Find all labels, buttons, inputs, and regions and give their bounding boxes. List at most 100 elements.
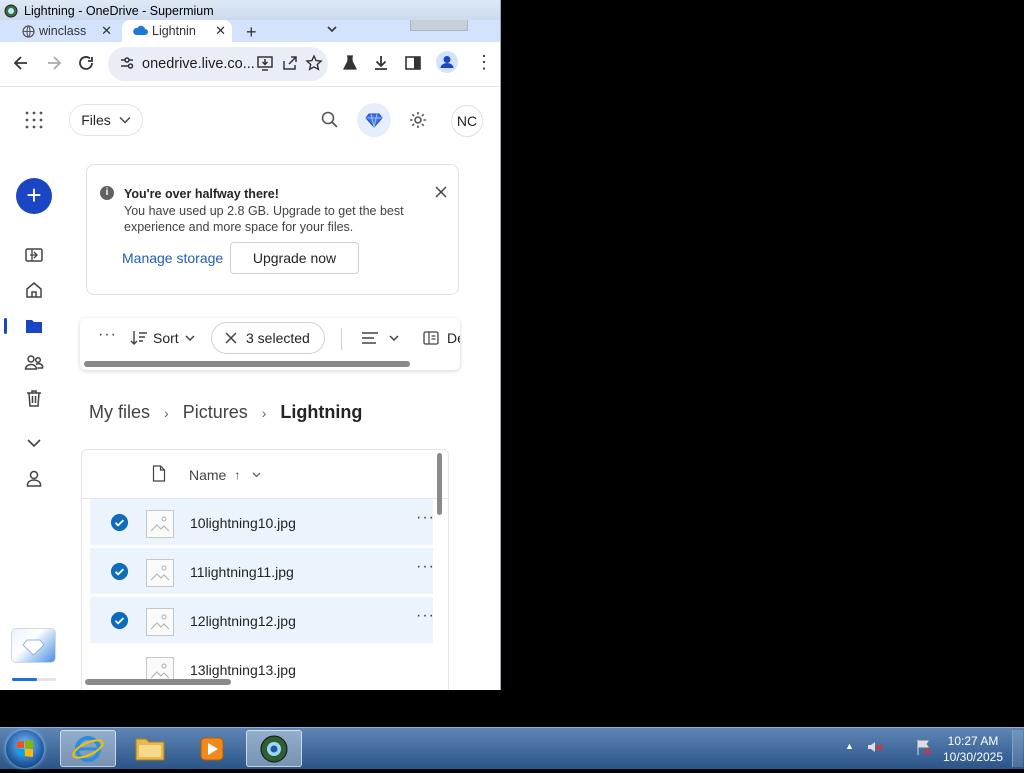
table-row[interactable]: 12lightning12.jpg ··· <box>90 597 435 643</box>
sort-button[interactable]: Sort <box>130 330 195 346</box>
premium-upgrade-tile[interactable] <box>12 629 55 662</box>
person-icon[interactable] <box>24 468 44 488</box>
search-icon[interactable] <box>320 110 340 130</box>
back-icon[interactable] <box>12 54 30 72</box>
toggle-nav-icon[interactable] <box>24 245 44 265</box>
windows-logo-icon <box>17 740 33 757</box>
site-settings-icon[interactable] <box>119 55 135 71</box>
tab-winclass[interactable]: winclass ✕ <box>0 20 118 42</box>
taskbar-media-player[interactable] <box>184 730 240 767</box>
checkmark-icon[interactable] <box>111 563 128 580</box>
storage-notice-card: i You're over halfway there! You have us… <box>86 164 459 295</box>
menu-kebab-icon[interactable]: ⋮ <box>475 52 493 72</box>
forward-icon[interactable] <box>45 54 63 72</box>
recycle-bin-icon[interactable] <box>24 388 44 408</box>
file-type-icon[interactable] <box>152 465 166 482</box>
chevron-right-icon: › <box>261 404 267 421</box>
table-row[interactable]: 10lightning10.jpg ··· <box>90 499 435 545</box>
image-file-icon <box>146 559 174 587</box>
horizontal-scrollbar[interactable] <box>84 361 410 367</box>
my-files-folder-icon[interactable] <box>24 316 44 336</box>
volume-muted-icon[interactable] <box>866 738 884 756</box>
new-tab-icon[interactable]: + <box>246 22 257 43</box>
window-title: Lightning - OneDrive - Supermium <box>24 4 214 18</box>
view-options-button[interactable] <box>361 330 399 346</box>
file-name[interactable]: 11lightning11.jpg <box>190 564 294 580</box>
column-header-name[interactable]: Name ↑ <box>189 467 261 483</box>
internet-explorer-icon <box>72 736 104 762</box>
system-clock[interactable]: 10:27 AM 10/30/2025 <box>940 733 1006 765</box>
more-options-icon[interactable]: ··· <box>416 558 435 576</box>
file-list: Name ↑ 10lightning10.jpg ··· 11lightning… <box>81 449 449 690</box>
taskbar-file-explorer[interactable] <box>122 730 178 767</box>
breadcrumb-my-files[interactable]: My files <box>89 402 150 423</box>
sort-icon <box>130 331 147 345</box>
vertical-scrollbar[interactable] <box>437 453 442 515</box>
supermium-icon <box>4 4 18 18</box>
upgrade-now-button[interactable]: Upgrade now <box>230 242 359 274</box>
labs-flask-icon[interactable] <box>341 54 359 72</box>
chevron-down-icon <box>252 472 261 478</box>
url-text: onedrive.live.co... <box>142 56 255 72</box>
close-icon[interactable] <box>434 185 448 199</box>
details-pane-button[interactable]: De <box>423 330 460 346</box>
list-view-icon <box>362 332 378 344</box>
action-center-flag-icon[interactable] <box>915 738 933 756</box>
profile-button[interactable] <box>436 51 458 73</box>
clear-selection-button[interactable]: 3 selected <box>212 323 324 353</box>
bookmark-star-icon[interactable] <box>305 54 323 72</box>
file-name[interactable]: 13lightning13.jpg <box>190 662 296 678</box>
profile-icon <box>440 56 454 68</box>
notice-title: You're over halfway there! <box>124 187 279 201</box>
sort-ascending-icon: ↑ <box>234 468 241 482</box>
chevron-down-icon <box>185 334 195 341</box>
taskbar-internet-explorer[interactable] <box>60 730 116 767</box>
more-options-icon[interactable]: ··· <box>416 509 435 527</box>
avatar[interactable]: NC <box>451 105 483 137</box>
gear-icon[interactable] <box>408 110 428 130</box>
checkmark-icon[interactable] <box>111 514 128 531</box>
close-icon[interactable]: ✕ <box>101 23 112 39</box>
file-name[interactable]: 10lightning10.jpg <box>190 515 296 531</box>
files-dropdown[interactable]: Files <box>70 105 142 135</box>
download-icon[interactable] <box>372 54 390 72</box>
chevron-right-icon: › <box>164 404 169 421</box>
horizontal-scrollbar[interactable] <box>85 679 231 685</box>
manage-storage-link[interactable]: Manage storage <box>122 250 223 266</box>
close-icon[interactable]: ✕ <box>215 23 226 39</box>
file-name[interactable]: 12lightning12.jpg <box>190 613 296 629</box>
table-row[interactable]: 11lightning11.jpg ··· <box>90 548 435 594</box>
more-options-icon[interactable]: ··· <box>98 326 117 344</box>
show-desktop-button[interactable] <box>1012 730 1023 767</box>
title-bar: Lightning - OneDrive - Supermium <box>0 0 500 22</box>
selected-count: 3 selected <box>246 330 310 346</box>
window-controls[interactable] <box>410 20 468 31</box>
clock-time: 10:27 AM <box>947 734 999 748</box>
side-panel-icon[interactable] <box>404 54 422 72</box>
share-icon[interactable] <box>281 54 299 72</box>
image-file-icon <box>146 510 174 538</box>
details-label: De <box>447 330 460 346</box>
taskbar-supermium[interactable] <box>246 730 302 767</box>
home-icon[interactable] <box>24 280 44 300</box>
show-hidden-icons[interactable]: ▲ <box>845 741 854 751</box>
media-player-icon <box>200 737 224 761</box>
storage-quota-fill <box>12 678 37 681</box>
details-pane-icon <box>423 331 439 345</box>
more-options-icon[interactable]: ··· <box>416 607 435 625</box>
chevron-down-icon[interactable] <box>326 22 338 36</box>
shared-people-icon[interactable] <box>24 352 44 372</box>
breadcrumb: My files › Pictures › Lightning <box>89 402 362 423</box>
premium-button[interactable] <box>357 103 391 137</box>
start-button[interactable] <box>6 730 44 768</box>
checkmark-icon[interactable] <box>111 612 128 629</box>
reload-icon[interactable] <box>77 54 95 72</box>
storage-quota-bar <box>12 678 56 681</box>
breadcrumb-pictures[interactable]: Pictures <box>183 402 248 423</box>
tab-lightning[interactable]: Lightnin ✕ <box>122 20 232 42</box>
add-new-button[interactable]: + <box>16 178 52 214</box>
install-app-icon[interactable] <box>256 54 274 72</box>
chevron-down-icon[interactable] <box>24 433 44 453</box>
diamond-icon <box>22 639 45 656</box>
app-launcher-icon[interactable] <box>24 110 44 130</box>
